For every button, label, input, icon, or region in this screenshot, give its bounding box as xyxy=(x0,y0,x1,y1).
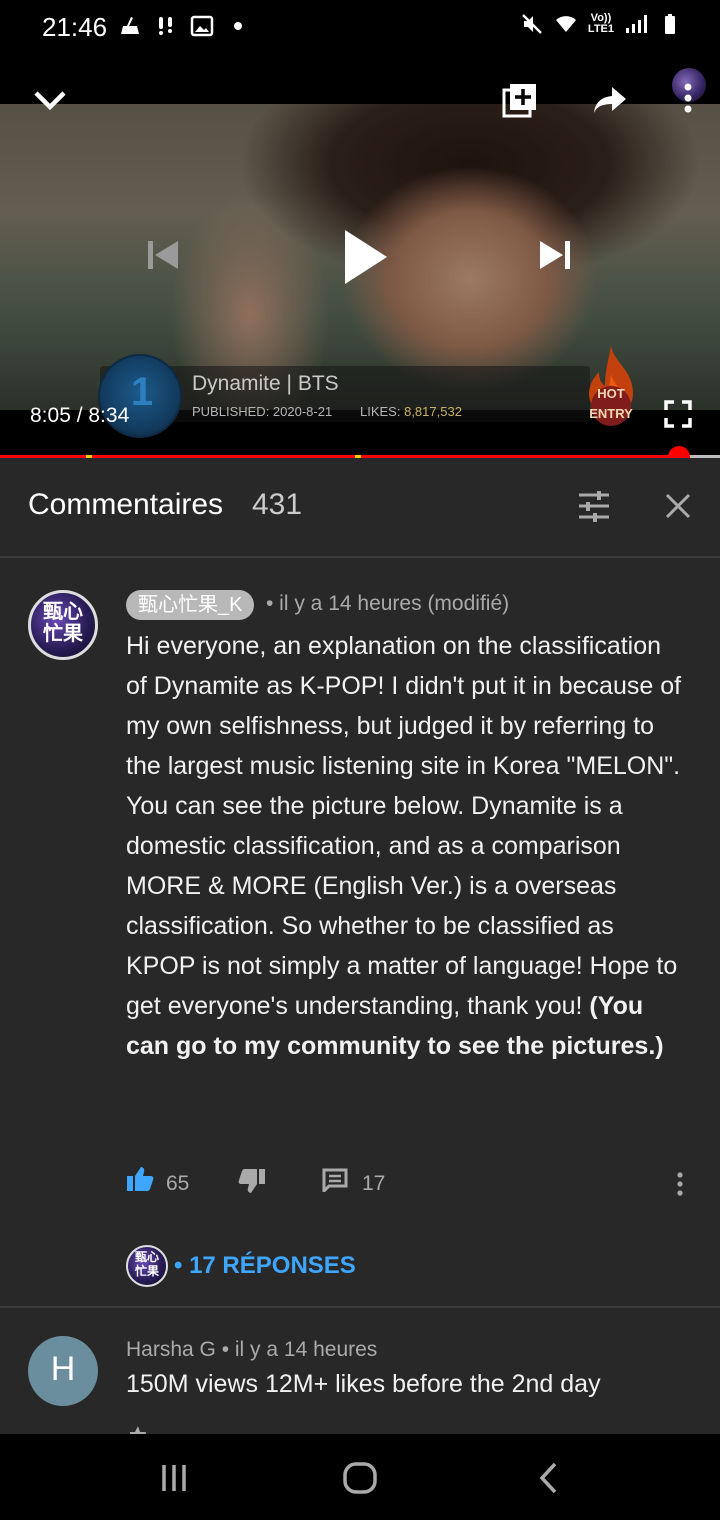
system-nav-bar xyxy=(0,1434,720,1520)
fullscreen-button[interactable] xyxy=(656,394,700,434)
avatar[interactable]: H xyxy=(28,1336,98,1406)
comment-item: H Harsha G • il y a 14 heures 150M views… xyxy=(0,1308,720,1434)
chevron-down-icon xyxy=(34,91,66,111)
comment-meta: Harsha G • il y a 14 heures xyxy=(126,1338,378,1361)
play-button[interactable] xyxy=(330,222,400,292)
more-vert-icon xyxy=(677,1172,683,1196)
back-button[interactable] xyxy=(518,1454,578,1502)
fullscreen-icon xyxy=(664,400,692,428)
author-name[interactable]: 甄心忙果_K xyxy=(126,590,255,620)
overlay-likes: LIKES: 8,817,532 xyxy=(360,404,462,419)
thumb-up-icon xyxy=(127,1167,154,1191)
status-time: 21:46 xyxy=(42,12,108,42)
player-more-button[interactable] xyxy=(668,70,708,126)
hot-entry-badge: HOT ENTRY xyxy=(578,344,644,434)
reply-button[interactable] xyxy=(322,1168,348,1192)
overlay-likes-label: LIKES: xyxy=(360,404,401,419)
home-icon xyxy=(343,1462,377,1494)
comments-count: 431 xyxy=(252,488,303,521)
close-icon xyxy=(665,493,691,519)
tune-icon xyxy=(579,491,609,522)
back-icon xyxy=(539,1462,557,1494)
minimize-button[interactable] xyxy=(26,80,74,120)
gallery-icon xyxy=(190,15,214,37)
progress-knob[interactable] xyxy=(667,446,690,458)
sweep-icon xyxy=(121,17,139,34)
battery-icon xyxy=(665,14,675,34)
avatar[interactable]: 甄心忙果 xyxy=(28,590,98,660)
reply-avatar-glyph: 甄心忙果 xyxy=(134,1250,159,1278)
thumb-up-icon xyxy=(128,1424,148,1434)
share-button[interactable] xyxy=(586,78,634,122)
mute-icon xyxy=(522,14,542,34)
previous-button[interactable] xyxy=(140,232,186,278)
skip-next-icon xyxy=(540,241,570,269)
thumb-down-icon xyxy=(238,1169,265,1193)
video-player[interactable]: 1 Dynamite | BTS PUBLISHED: 2020-8-21 LI… xyxy=(0,56,720,458)
avatar-letter: H xyxy=(50,1350,76,1388)
comments-header: Commentaires 431 xyxy=(0,458,720,558)
share-icon xyxy=(594,87,626,113)
comment-text-plain: Hi everyone, an explanation on the class… xyxy=(126,632,682,1020)
view-replies-button[interactable]: 甄心忙果 • 17 RÉPONSES xyxy=(126,1244,356,1288)
dot-icon xyxy=(234,22,242,30)
signal-icon xyxy=(626,15,647,33)
status-left-icons xyxy=(118,14,250,38)
comment-text: 150M views 12M+ likes before the 2nd day xyxy=(126,1370,601,1398)
comment-more-button[interactable] xyxy=(676,1166,700,1202)
replies-link[interactable]: • 17 RÉPONSES xyxy=(174,1252,356,1280)
status-right-icons: Vo)) LTE1 xyxy=(520,12,682,36)
lte-icon: Vo)) LTE1 xyxy=(587,12,614,35)
comment-icon xyxy=(322,1168,348,1192)
comment-actions: 65 17 xyxy=(126,1164,706,1204)
more-vert-icon xyxy=(684,83,692,113)
comment-item: 甄心忙果 甄心忙果_K • il y a 14 heures (modifié)… xyxy=(0,560,720,1308)
status-bar: 21:46 Vo)) LTE1 xyxy=(0,0,720,56)
skip-previous-icon xyxy=(148,241,178,269)
play-icon xyxy=(345,230,387,284)
like-button[interactable] xyxy=(126,1166,154,1192)
close-comments-button[interactable] xyxy=(656,484,700,528)
reply-count: 17 xyxy=(362,1172,386,1195)
wifi-icon xyxy=(555,16,576,32)
next-button[interactable] xyxy=(532,232,578,278)
add-to-queue-icon xyxy=(502,84,536,118)
add-to-queue-button[interactable] xyxy=(496,78,544,122)
comment-meta: • il y a 14 heures (modifié) xyxy=(266,592,510,615)
sort-comments-button[interactable] xyxy=(570,484,618,528)
overlay-published: PUBLISHED: 2020-8-21 xyxy=(192,404,333,419)
home-button[interactable] xyxy=(330,1454,390,1502)
recents-button[interactable] xyxy=(144,1454,204,1502)
hot-line-2: ENTRY xyxy=(589,406,633,421)
like-count: 65 xyxy=(166,1172,190,1195)
avatar-glyph: 甄心忙果 xyxy=(43,601,83,645)
recents-icon xyxy=(162,1465,186,1491)
comment-text: Hi everyone, an explanation on the class… xyxy=(126,626,686,1066)
hot-line-1: HOT xyxy=(597,386,625,401)
reply-avatar: 甄心忙果 xyxy=(126,1245,168,1287)
alert-icon xyxy=(159,17,172,35)
overlay-likes-value: 8,817,532 xyxy=(404,404,462,419)
dislike-button[interactable] xyxy=(238,1168,266,1194)
overlay-title: Dynamite | BTS xyxy=(192,372,339,395)
time-display: 8:05 / 8:34 xyxy=(30,404,130,427)
hot-entry-text: HOT ENTRY xyxy=(578,384,644,424)
comments-title: Commentaires xyxy=(28,488,224,521)
